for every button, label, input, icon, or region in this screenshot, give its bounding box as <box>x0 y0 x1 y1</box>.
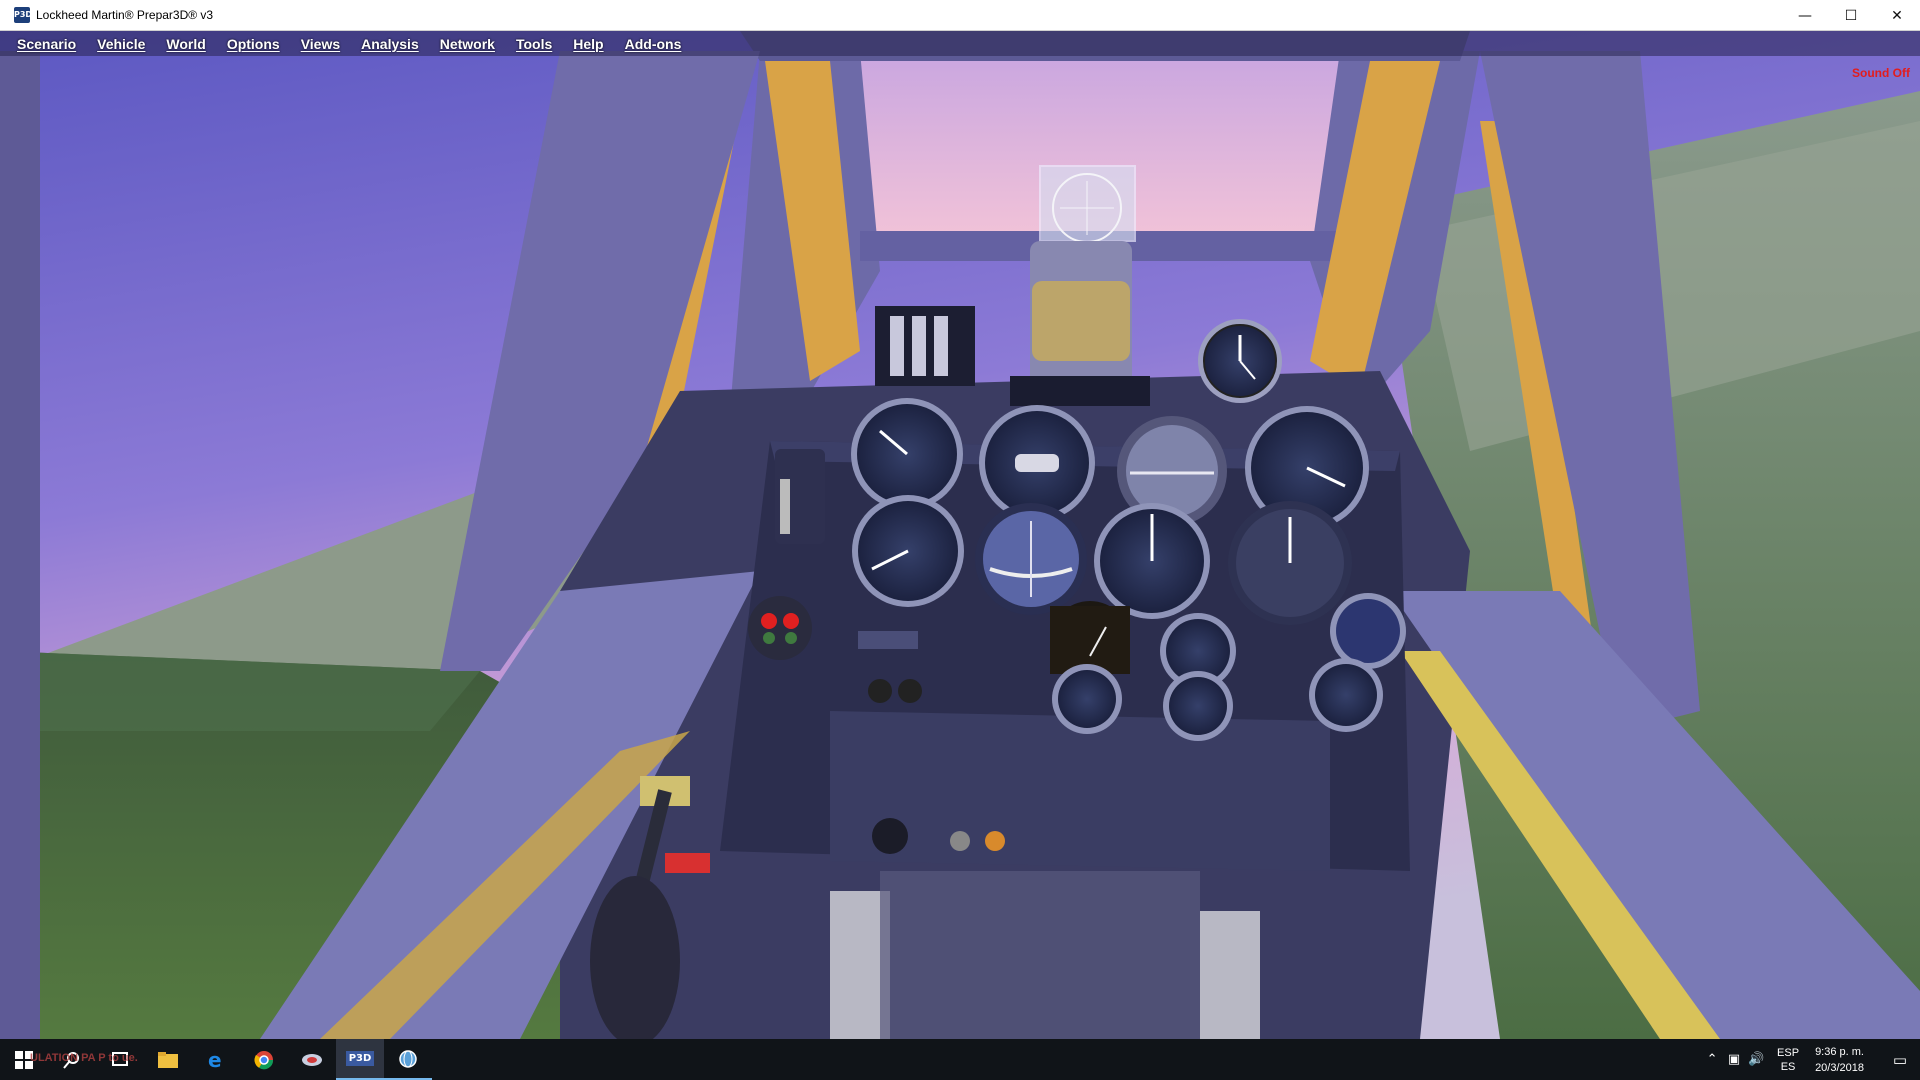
svg-text:e: e <box>208 1050 222 1070</box>
chrome-icon[interactable] <box>240 1039 288 1080</box>
volume-icon[interactable]: 🔊 <box>1745 1052 1767 1067</box>
menu-tools[interactable]: Tools <box>516 36 552 52</box>
menu-vehicle[interactable]: Vehicle <box>97 36 145 52</box>
clock-time: 9:36 p. m. <box>1815 1045 1864 1058</box>
system-tray: ⌃ ▣ 🔊 ESP ES 9:36 p. m. 20/3/2018 ▭ <box>1701 1039 1920 1080</box>
window-title: Lockheed Martin® Prepar3D® v3 <box>36 8 214 22</box>
taskbar: e P3D ⌃ ▣ 🔊 ESP ES 9:36 p. m. 20/3/2018 <box>0 1039 1920 1080</box>
menu-scenario[interactable]: Scenario <box>17 36 76 52</box>
minimize-button[interactable]: — <box>1782 0 1828 31</box>
app-icon: P3D <box>14 7 32 23</box>
menu-add-ons[interactable]: Add-ons <box>625 36 682 52</box>
language-bottom: ES <box>1780 1060 1796 1073</box>
menu-world[interactable]: World <box>166 36 205 52</box>
folder-icon[interactable] <box>144 1039 192 1080</box>
cockpit-view[interactable] <box>0 31 1920 1039</box>
p3d-taskbar-button[interactable]: P3D <box>336 1039 384 1080</box>
notification-icon[interactable]: ▭ <box>1880 1039 1920 1080</box>
menu-options[interactable]: Options <box>227 36 280 52</box>
language-top: ESP <box>1777 1046 1800 1059</box>
menu-network[interactable]: Network <box>440 36 495 52</box>
title-bar[interactable]: P3D Lockheed Martin® Prepar3D® v3 — ☐ ✕ <box>0 0 1920 31</box>
bird-icon[interactable] <box>288 1039 336 1080</box>
sound-status: Sound Off <box>1852 66 1910 80</box>
p3d-icon: P3D <box>345 1051 375 1066</box>
clock-date: 20/3/2018 <box>1815 1061 1864 1074</box>
network-icon[interactable]: ▣ <box>1723 1052 1745 1067</box>
simulation-paused-text: ULATION PA P to ue. <box>30 1052 138 1064</box>
chevron-up-icon[interactable]: ⌃ <box>1701 1052 1723 1067</box>
menu-views[interactable]: Views <box>301 36 340 52</box>
language-indicator[interactable]: ESP ES <box>1777 1046 1799 1074</box>
window-controls: — ☐ ✕ <box>1782 0 1920 31</box>
clock[interactable]: 9:36 p. m. 20/3/2018 <box>1815 1044 1864 1076</box>
app-window: P3D Lockheed Martin® Prepar3D® v3 — ☐ ✕ <box>0 0 1920 1080</box>
menu-help[interactable]: Help <box>573 36 603 52</box>
globe-icon[interactable] <box>384 1039 432 1080</box>
maximize-button[interactable]: ☐ <box>1828 0 1874 31</box>
edge-icon[interactable]: e <box>192 1039 240 1080</box>
menu-analysis[interactable]: Analysis <box>361 36 419 52</box>
menu-bar: Scenario Vehicle World Options Views Ana… <box>0 31 1920 56</box>
close-button[interactable]: ✕ <box>1874 0 1920 31</box>
